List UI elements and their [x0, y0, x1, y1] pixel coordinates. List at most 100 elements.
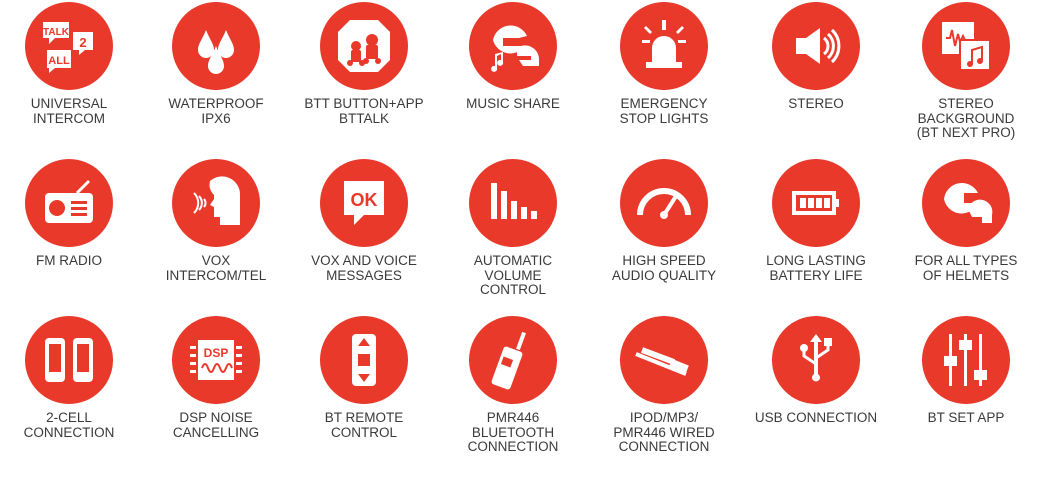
- feature-label-line: HIGH SPEED: [622, 253, 706, 268]
- feature-item: TALK 2 ALL UNIVERSAL INTERCOM: [0, 2, 139, 126]
- remote-control-icon: [320, 316, 408, 404]
- feature-label-line: CONNECTION: [467, 439, 559, 454]
- feature-label: LONG LASTING BATTERY LIFE: [746, 253, 886, 283]
- feature-label-line: FM RADIO: [36, 253, 102, 268]
- svg-text:ALL: ALL: [48, 55, 70, 67]
- feature-label: FM RADIO: [0, 253, 139, 269]
- riders-app-icon: [320, 2, 408, 90]
- feature-label-line: VOX AND VOICE: [311, 253, 417, 268]
- water-drops-icon: [172, 2, 260, 90]
- feature-label-line: INTERCOM/TEL: [165, 267, 267, 283]
- feature-label-line: BLUETOOTH: [471, 424, 555, 440]
- feature-label-line: STOP LIGHTS: [619, 110, 709, 126]
- phones-icon: [25, 316, 113, 404]
- voice-head-icon: [172, 159, 260, 247]
- svg-text:DSP: DSP: [204, 346, 229, 360]
- speedometer-icon: [620, 159, 708, 247]
- feature-item: BT REMOTE CONTROL: [294, 316, 434, 440]
- battery-icon: [772, 159, 860, 247]
- feature-label: IPOD/MP3/PMR446 WIRED CONNECTION: [594, 410, 734, 455]
- feature-label-line: VOLUME: [484, 267, 542, 283]
- feature-label-line: STEREO: [938, 96, 994, 111]
- feature-item: AUTOMATIC VOLUME CONTROL: [443, 159, 583, 298]
- feature-label-line: STEREO: [788, 96, 844, 111]
- feature-label: VOX AND VOICE MESSAGES: [294, 253, 434, 283]
- feature-label-line: MUSIC SHARE: [466, 96, 560, 111]
- feature-label-line: INTERCOM: [33, 110, 105, 126]
- feature-label-line: CONNECTION: [618, 439, 710, 454]
- feature-label: HIGH SPEED AUDIO QUALITY: [594, 253, 734, 283]
- helmets-icon: [922, 159, 1010, 247]
- feature-label-line: UNIVERSAL: [30, 96, 108, 111]
- dsp-chip-icon: DSP: [172, 316, 260, 404]
- feature-item: VOX INTERCOM/TEL: [146, 159, 286, 283]
- feature-item: BTT BUTTON+APP BTTALK: [294, 2, 434, 126]
- talk-all-speech-bubbles-icon: TALK 2 ALL: [25, 2, 113, 90]
- feature-label-line: FOR ALL TYPES: [914, 253, 1018, 268]
- feature-item: WATERPROOF IPX6: [146, 2, 286, 126]
- svg-text:TALK: TALK: [43, 27, 70, 38]
- feature-item: MUSIC SHARE: [443, 2, 583, 112]
- feature-label: VOX INTERCOM/TEL: [146, 253, 286, 283]
- feature-item: USB CONNECTION: [746, 316, 886, 426]
- radio-icon: [25, 159, 113, 247]
- feature-label-line: CONNECTION: [23, 424, 115, 440]
- speaker-icon: [772, 2, 860, 90]
- feature-item: FM RADIO: [0, 159, 139, 269]
- feature-label-line: VOX: [201, 253, 231, 268]
- feature-label: 2-CELL CONNECTION: [0, 410, 139, 440]
- feature-grid: TALK 2 ALL UNIVERSAL INTERCOM WATERPROOF IP…: [0, 0, 1044, 477]
- stereo-background-icon: [922, 2, 1010, 90]
- feature-label-line: (BT NEXT PRO): [916, 125, 1016, 140]
- feature-label: BT SET APP: [896, 410, 1036, 426]
- feature-label-line: CANCELLING: [172, 424, 260, 440]
- feature-label-line: DSP NOISE: [179, 410, 253, 425]
- feature-item: 2-CELL CONNECTION: [0, 316, 139, 440]
- feature-label: PMR446 BLUETOOTH CONNECTION: [443, 410, 583, 455]
- feature-label-line: IPOD/MP3/: [629, 410, 699, 425]
- sliders-icon: [922, 316, 1010, 404]
- feature-label-line: CONTROL: [479, 282, 546, 297]
- feature-item: PMR446 BLUETOOTH CONNECTION: [443, 316, 583, 455]
- feature-item: STEREO: [746, 2, 886, 112]
- feature-label: FOR ALL TYPES OF HELMETS: [896, 253, 1036, 283]
- feature-item: DSP DSP NOISE CANCELLING: [146, 316, 286, 440]
- feature-label-line: BATTERY LIFE: [769, 267, 863, 283]
- feature-label-line: 2-CELL: [46, 410, 92, 425]
- audio-jack-icon: [620, 316, 708, 404]
- feature-item: OK VOX AND VOICE MESSAGES: [294, 159, 434, 283]
- feature-label-line: USB CONNECTION: [754, 410, 878, 425]
- feature-item: EMERGENCY STOP LIGHTS: [594, 2, 734, 126]
- feature-label: BTT BUTTON+APP BTTALK: [294, 96, 434, 126]
- feature-label-line: EMERGENCY: [620, 96, 708, 111]
- feature-label: MUSIC SHARE: [443, 96, 583, 112]
- feature-label-line: BT REMOTE: [324, 410, 404, 425]
- walkie-talkie-icon: [469, 316, 557, 404]
- feature-label: BT REMOTE CONTROL: [294, 410, 434, 440]
- feature-label: STEREO BACKGROUND (BT NEXT PRO): [896, 96, 1036, 141]
- feature-label-line: BTTALK: [338, 110, 389, 126]
- emergency-light-icon: [620, 2, 708, 90]
- feature-label: DSP NOISE CANCELLING: [146, 410, 286, 440]
- feature-item: HIGH SPEED AUDIO QUALITY: [594, 159, 734, 283]
- feature-label: STEREO: [746, 96, 886, 112]
- volume-bars-icon: [469, 159, 557, 247]
- feature-item: STEREO BACKGROUND (BT NEXT PRO): [896, 2, 1036, 141]
- usb-icon: [772, 316, 860, 404]
- feature-label-line: CONTROL: [330, 424, 397, 440]
- feature-label: UNIVERSAL INTERCOM: [0, 96, 139, 126]
- feature-label-line: BT SET APP: [927, 410, 1005, 425]
- feature-label-line: MESSAGES: [326, 267, 402, 283]
- helmets-music-icon: [469, 2, 557, 90]
- feature-item: BT SET APP: [896, 316, 1036, 426]
- feature-label: EMERGENCY STOP LIGHTS: [594, 96, 734, 126]
- feature-label-line: PMR446: [486, 410, 540, 425]
- svg-text:OK: OK: [351, 190, 378, 210]
- feature-label: WATERPROOF IPX6: [146, 96, 286, 126]
- ok-speech-bubble-icon: OK: [320, 159, 408, 247]
- feature-label-line: LONG LASTING: [766, 253, 866, 268]
- feature-label-line: PMR446 WIRED: [613, 424, 715, 440]
- feature-label-line: BACKGROUND: [917, 110, 1015, 126]
- feature-label-line: IPX6: [201, 110, 231, 126]
- feature-item: IPOD/MP3/PMR446 WIRED CONNECTION: [594, 316, 734, 455]
